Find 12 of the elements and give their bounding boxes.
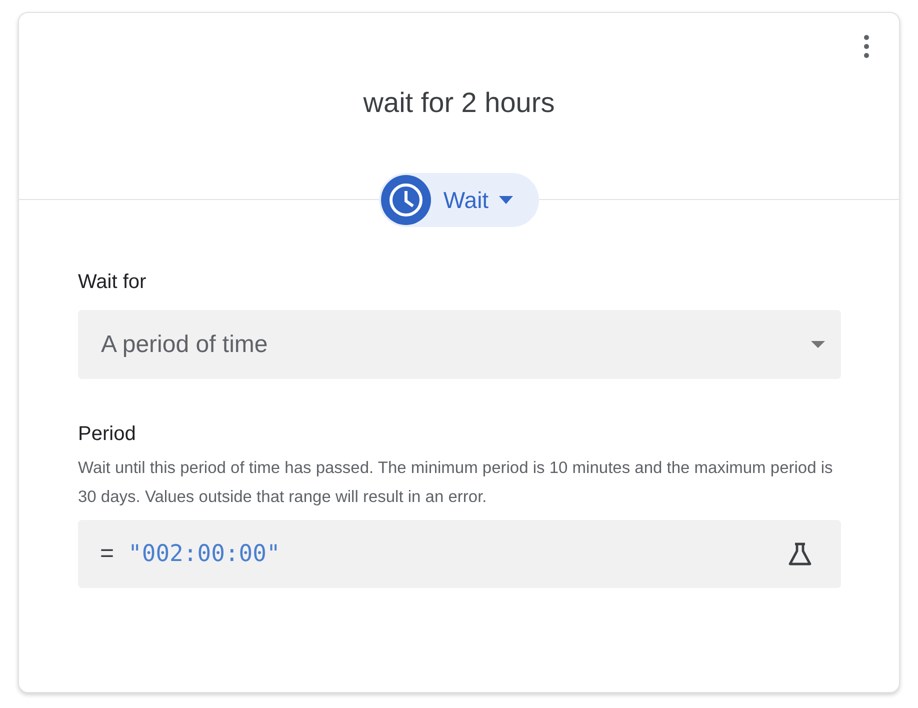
step-type-chip[interactable]: Wait [379,173,539,227]
more-icon[interactable] [862,33,871,60]
field-label: Wait for [78,271,148,294]
caret-icon [498,196,513,204]
field-description: Wait until this period of time has passed. The minimum period is 10 minutes and the maximum period is 30 days. Values outside that range will result in an error. [78,458,834,508]
field-label: Period [78,423,137,446]
card-title: wait for 2 hours [363,87,555,119]
dropdown-field[interactable]: A period of time [78,310,841,379]
clock-icon [379,173,434,227]
caret-icon [811,341,825,348]
expression-field[interactable]: = "002:00:00" [78,520,841,588]
flask-icon[interactable] [787,541,813,567]
